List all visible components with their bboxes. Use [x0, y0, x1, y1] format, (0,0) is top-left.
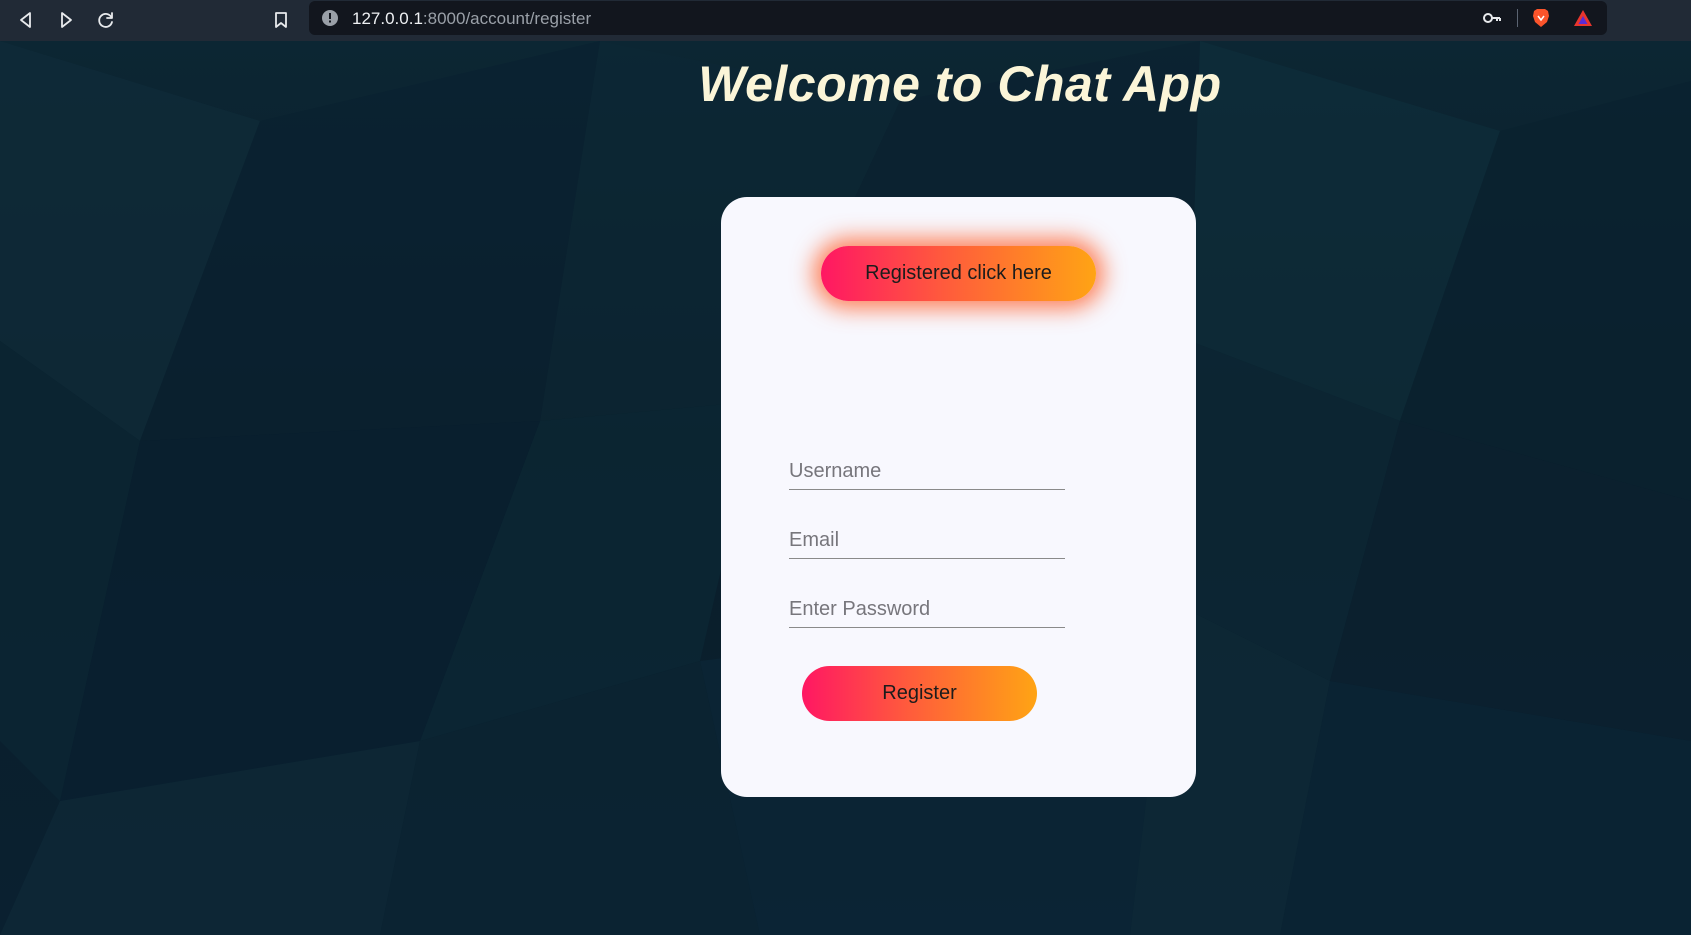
login-toggle-button[interactable]: Registered click here [821, 246, 1096, 301]
register-card: Registered click here Register [721, 197, 1196, 797]
toolbar-divider [1517, 9, 1518, 27]
address-bar[interactable]: 127.0.0.1:8000/account/register [309, 1, 1607, 35]
email-input[interactable] [789, 509, 1065, 559]
reload-icon[interactable] [91, 5, 121, 35]
username-input[interactable] [789, 440, 1065, 490]
forward-arrow-icon[interactable] [51, 5, 81, 35]
info-icon[interactable] [321, 9, 339, 27]
back-arrow-icon[interactable] [11, 5, 41, 35]
brave-rewards-icon[interactable] [1572, 7, 1594, 29]
key-icon[interactable] [1481, 7, 1503, 29]
brave-lion-icon[interactable] [1530, 7, 1552, 29]
page-viewport: Welcome to Chat App Registered click her… [0, 41, 1691, 935]
url-host: 127.0.0.1 [352, 9, 423, 28]
bookmark-icon[interactable] [266, 5, 296, 35]
url-path: :8000/account/register [422, 9, 592, 28]
password-input[interactable] [789, 578, 1065, 628]
register-button[interactable]: Register [802, 666, 1037, 721]
browser-toolbar: 127.0.0.1:8000/account/register [0, 0, 1691, 41]
url-text[interactable]: 127.0.0.1:8000/account/register [352, 9, 591, 29]
page-title: Welcome to Chat App [698, 56, 1222, 112]
